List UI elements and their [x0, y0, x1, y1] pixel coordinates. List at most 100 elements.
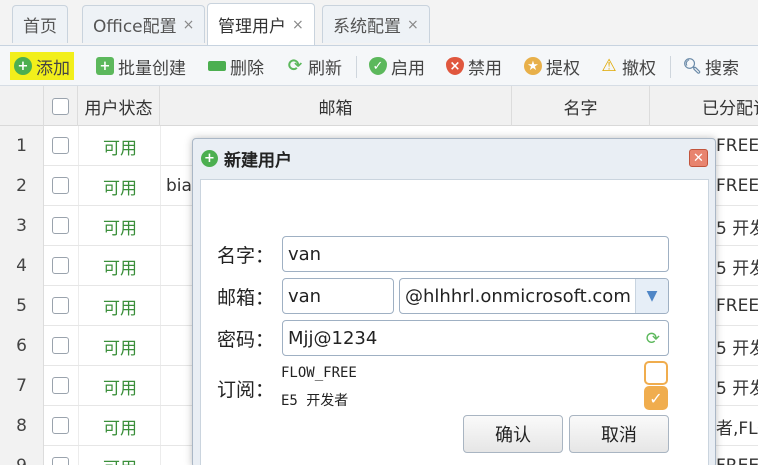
- name-field[interactable]: van: [282, 236, 669, 272]
- row-checkbox[interactable]: [52, 137, 69, 154]
- tab-manage-users[interactable]: 管理用户 ×: [207, 3, 315, 45]
- tab-system-config[interactable]: 系统配置 ×: [322, 5, 430, 43]
- assigned-cell: 5 开发: [716, 218, 758, 239]
- toolbar-divider: [356, 56, 357, 78]
- disable-label: 禁用: [468, 58, 502, 79]
- status-badge: 可用: [80, 446, 160, 465]
- medal-icon: ★: [524, 57, 542, 75]
- status-badge: 可用: [103, 258, 137, 279]
- tab-close-icon[interactable]: ×: [407, 17, 419, 33]
- password-label: 密码：: [217, 328, 275, 351]
- row-number: 5: [0, 286, 44, 326]
- dialog-titlebar[interactable]: + 新建用户: [193, 139, 715, 177]
- header-name[interactable]: 名字: [512, 86, 650, 126]
- tab-home[interactable]: 首页: [12, 5, 68, 43]
- checkmark-icon: ✓: [649, 388, 663, 408]
- email-user-field[interactable]: van: [282, 278, 394, 314]
- refresh-button[interactable]: ⟳ 刷新: [286, 52, 342, 80]
- toolbar-divider: [670, 56, 671, 78]
- header-status[interactable]: 用户状态: [78, 86, 160, 126]
- revoke-label: 撤权: [622, 58, 656, 79]
- tab-close-icon[interactable]: ×: [183, 17, 195, 33]
- plus-icon: +: [14, 57, 32, 75]
- batch-create-label: 批量创建: [118, 58, 186, 79]
- header-select-all[interactable]: [44, 86, 78, 126]
- assigned-cell: 5 开发: [716, 258, 758, 279]
- row-number: 7: [0, 366, 44, 406]
- assigned-cell: 5 开发: [716, 338, 758, 359]
- subscription-checkbox-flow-free[interactable]: [644, 361, 668, 385]
- assigned-cell: 者,FLO: [716, 418, 758, 439]
- subscribe-label: 订阅：: [217, 378, 275, 401]
- row-checkbox[interactable]: [52, 457, 69, 465]
- row-number: 4: [0, 246, 44, 286]
- disable-button[interactable]: × 禁用: [446, 52, 502, 80]
- grid-header: 用户状态 邮箱 名字 已分配订: [0, 86, 758, 126]
- tab-label: 管理用户: [218, 17, 286, 37]
- grant-button[interactable]: ★ 提权: [524, 52, 580, 80]
- warning-icon: ⚠: [601, 56, 617, 76]
- add-label: 添加: [36, 58, 70, 79]
- assigned-cell: FREE,: [716, 176, 758, 196]
- row-number: 3: [0, 206, 44, 246]
- search-button[interactable]: 🔍︎ 搜索: [682, 52, 739, 80]
- row-checkbox[interactable]: [52, 417, 69, 434]
- row-checkbox[interactable]: [52, 297, 69, 314]
- shield-check-icon: ✓: [369, 57, 387, 75]
- row-number: 9: [0, 446, 44, 465]
- password-field[interactable]: Mjj@1234 ⟳: [282, 320, 669, 356]
- tab-label: 首页: [23, 17, 57, 37]
- row-checkbox[interactable]: [52, 217, 69, 234]
- tab-office-config[interactable]: Office配置 ×: [82, 5, 206, 43]
- subscription-checkbox-e5[interactable]: ✓: [644, 386, 668, 410]
- chevron-down-icon[interactable]: ▼: [635, 279, 668, 313]
- status-badge: 可用: [103, 218, 137, 239]
- email-cell: bia: [166, 176, 192, 196]
- status-badge: 可用: [103, 138, 137, 159]
- status-badge: 可用: [103, 178, 137, 199]
- plus-icon: +: [201, 149, 218, 167]
- refresh-icon[interactable]: ⟳: [646, 329, 660, 349]
- row-checkbox[interactable]: [52, 337, 69, 354]
- tab-close-icon[interactable]: ×: [292, 17, 304, 33]
- search-icon: 🔍︎: [682, 57, 702, 75]
- select-all-checkbox[interactable]: [52, 97, 69, 115]
- row-checkbox[interactable]: [52, 377, 69, 394]
- tab-bar: 首页 Office配置 × 管理用户 × 系统配置 ×: [0, 0, 758, 46]
- row-number: 6: [0, 326, 44, 366]
- revoke-button[interactable]: ⚠ 撤权: [600, 52, 656, 80]
- row-checkbox[interactable]: [52, 177, 69, 194]
- row-number: 2: [0, 166, 44, 206]
- delete-button[interactable]: 删除: [208, 52, 264, 80]
- password-value: Mjj@1234: [288, 327, 378, 349]
- header-assigned[interactable]: 已分配订: [650, 86, 758, 126]
- enable-button[interactable]: ✓ 启用: [369, 52, 425, 80]
- assigned-cell: FREE,: [716, 136, 758, 156]
- row-checkbox[interactable]: [52, 257, 69, 274]
- batch-create-button[interactable]: + 批量创建: [96, 52, 186, 80]
- toolbar: + 添加 + 批量创建 删除 ⟳ 刷新 ✓ 启用 × 禁用 ★ 提权 ⚠ 撤权 …: [0, 46, 758, 86]
- confirm-button[interactable]: 确认: [463, 415, 563, 453]
- dialog-title: 新建用户: [224, 150, 292, 171]
- header-email[interactable]: 邮箱: [160, 86, 512, 126]
- new-user-dialog: + 新建用户 ✕ 名字： van 邮箱： van @hlhhrl.onmicro…: [192, 138, 716, 465]
- header-rownum: [0, 86, 44, 126]
- status-badge: 可用: [103, 418, 137, 439]
- status-badge: 可用: [103, 298, 137, 319]
- assigned-cell: FREE,: [716, 296, 758, 316]
- row-number: 1: [0, 126, 44, 166]
- cancel-button[interactable]: 取消: [569, 415, 669, 453]
- enable-label: 启用: [391, 58, 425, 79]
- tab-label: 系统配置: [333, 17, 401, 37]
- shield-x-icon: ×: [446, 57, 464, 75]
- refresh-icon: ⟳: [287, 56, 303, 76]
- add-button[interactable]: + 添加: [10, 52, 74, 80]
- close-icon[interactable]: ✕: [689, 149, 708, 167]
- batch-create-icon: +: [96, 57, 114, 75]
- email-domain-select[interactable]: @hlhhrl.onmicrosoft.com ▼: [399, 278, 669, 314]
- email-label: 邮箱：: [217, 286, 275, 309]
- row-number: 8: [0, 406, 44, 446]
- subscription-name: FLOW_FREE: [281, 365, 357, 381]
- status-badge: 可用: [103, 338, 137, 359]
- refresh-label: 刷新: [308, 58, 342, 79]
